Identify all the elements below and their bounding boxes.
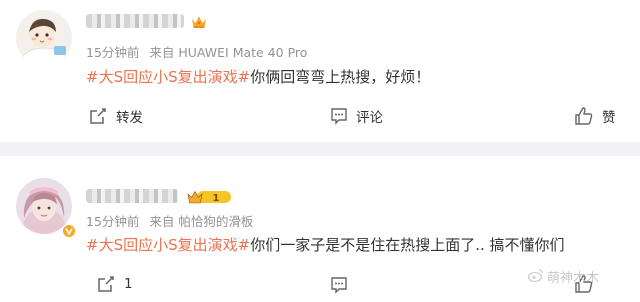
forward-label: 转发 [116,110,143,126]
like-button[interactable]: 赞 [574,106,616,126]
verified-icon [62,223,76,242]
post-meta: 15分钟前 来自 帕恰狗的滑板 [86,211,253,230]
avatar[interactable] [16,10,72,66]
like-label: 赞 [602,110,616,126]
weibo-logo-icon [527,268,544,286]
post-text: 你们一家子是不是住在热搜上面了.. 搞不懂你们 [250,236,565,254]
forward-icon [96,274,116,294]
comment-button[interactable]: 评论 [330,106,383,126]
comment-label: 评论 [356,110,383,126]
vip-level-badge[interactable]: 1 [187,189,233,205]
comment-icon [330,276,348,294]
weibo-post: 15分钟前 来自 HUAWEI Mate 40 Pro #大S回应小S复出演戏#你… [0,0,640,142]
post-text: 你俩回弯弯上热搜，好烦！ [250,68,431,86]
forward-button[interactable]: 1 [96,274,133,294]
comment-button[interactable]: 评论 [330,276,348,294]
forward-button[interactable]: 转发 [88,106,143,126]
post-source: 来自 HUAWEI Mate 40 Pro [149,45,308,60]
crown-icon [191,14,207,28]
post-content: #大S回应小S复出演戏#你们一家子是不是住在热搜上面了.. 搞不懂你们 [86,234,565,255]
topic-link[interactable]: #大S回应小S复出演戏# [86,236,250,254]
forward-icon [88,106,108,126]
watermark-text: 萌神木木 [547,271,600,286]
topic-link[interactable]: #大S回应小S复出演戏# [86,68,250,86]
post-separator [0,142,640,156]
post-source: 来自 帕恰狗的滑板 [149,214,254,229]
forward-count: 1 [124,276,133,292]
post-time[interactable]: 15分钟前 [86,214,139,229]
post-time[interactable]: 15分钟前 [86,45,139,60]
username-blurred[interactable] [86,189,178,203]
post-content: #大S回应小S复出演戏#你俩回弯弯上热搜，好烦！ [86,66,430,87]
username-blurred[interactable] [86,14,184,28]
post-meta: 15分钟前 来自 HUAWEI Mate 40 Pro [86,42,307,61]
comment-icon [330,107,348,125]
watermark: 萌神木木 [527,267,600,286]
vip-level-text: 1 [213,193,220,204]
thumbs-up-icon [574,106,594,126]
